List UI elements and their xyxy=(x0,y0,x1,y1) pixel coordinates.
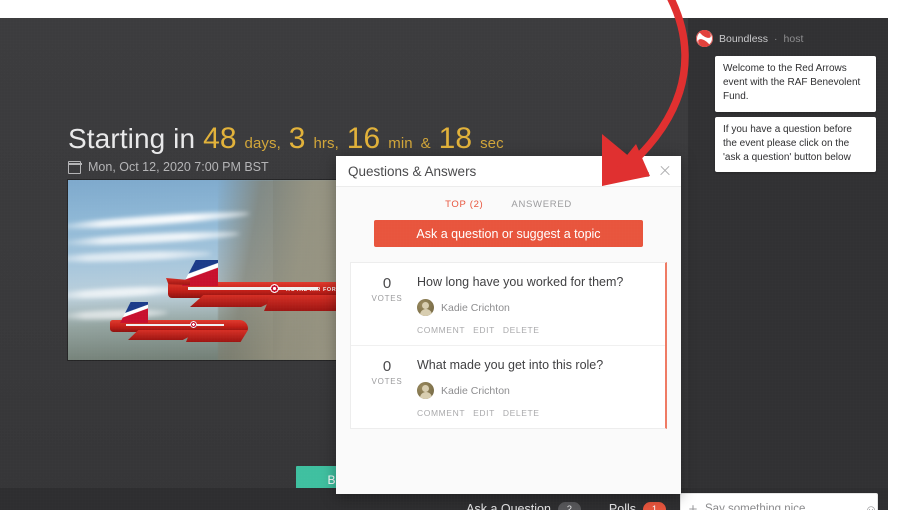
countdown-hours-unit: hrs, xyxy=(313,135,339,152)
vote-count: 0 xyxy=(382,358,392,375)
tab-polls-label: Polls xyxy=(608,502,636,510)
plus-icon[interactable]: + xyxy=(681,502,705,511)
event-hero-image[interactable]: ROYAL AIR FORCE xyxy=(68,180,345,360)
chat-author-role: host xyxy=(783,32,804,45)
questions-list: 0 VOTES How long have you worked for the… xyxy=(350,262,667,429)
dialog-header-controls xyxy=(638,165,671,177)
edit-action[interactable]: EDIT xyxy=(473,325,495,335)
ask-question-button[interactable]: Ask a question or suggest a topic xyxy=(374,220,643,247)
vote-count-block[interactable]: 0 VOTES xyxy=(357,275,417,335)
questions-answers-dialog: Questions & Answers TOP (2) ANSWERED Ask… xyxy=(336,156,681,494)
delete-action[interactable]: DELETE xyxy=(503,408,540,418)
screenshot-root: Starting in 48 days, 3 hrs, 16 min & 18 … xyxy=(0,0,904,530)
question-text: What made you get into this role? xyxy=(417,358,604,372)
edit-action[interactable]: EDIT xyxy=(473,408,495,418)
chat-message-bubble: If you have a question before the event … xyxy=(715,116,876,173)
countdown-seconds-value: 18 xyxy=(438,122,473,155)
qa-tab-top[interactable]: TOP (2) xyxy=(445,199,483,210)
chat-input[interactable] xyxy=(705,503,859,510)
event-date-row: Mon, Oct 12, 2020 7:00 PM BST xyxy=(67,160,269,174)
countdown-hours-value: 3 xyxy=(288,122,306,155)
expand-icon[interactable] xyxy=(638,165,649,177)
close-icon[interactable] xyxy=(659,165,671,177)
question-actions: COMMENT EDIT DELETE xyxy=(417,325,623,335)
chat-composer[interactable]: + ☺ xyxy=(680,493,878,510)
tab-ask-a-question-label: Ask a Question xyxy=(466,502,551,510)
question-content: How long have you worked for them? Kadie… xyxy=(417,275,623,335)
dialog-title: Questions & Answers xyxy=(348,163,477,179)
chat-message-header: Boundless · host xyxy=(688,18,888,51)
qa-tab-answered[interactable]: ANSWERED xyxy=(511,199,572,210)
countdown-days-value: 48 xyxy=(203,122,237,155)
countdown-ampersand: & xyxy=(420,135,431,152)
vote-label: VOTES xyxy=(371,376,403,386)
boundless-logo-icon xyxy=(696,30,713,47)
chat-author-name: Boundless xyxy=(719,32,769,45)
countdown-minutes-unit: min xyxy=(388,135,413,152)
qa-tab-strip: TOP (2) ANSWERED xyxy=(336,187,681,220)
tab-polls-badge: 1 xyxy=(643,501,666,510)
dialog-body: TOP (2) ANSWERED Ask a question or sugge… xyxy=(336,187,681,494)
countdown-heading: Starting in 48 days, 3 hrs, 16 min & 18 … xyxy=(68,122,504,156)
event-date-text: Mon, Oct 12, 2020 7:00 PM BST xyxy=(88,160,269,174)
chat-author-separator: · xyxy=(774,32,778,45)
question-text: How long have you worked for them? xyxy=(417,275,624,289)
vote-count: 0 xyxy=(382,275,392,292)
question-row[interactable]: 0 VOTES What made you get into this role… xyxy=(351,346,665,428)
question-author-name: Kadie Crichton xyxy=(441,301,510,314)
raf-roundel-icon xyxy=(190,321,197,328)
delete-action[interactable]: DELETE xyxy=(503,325,540,335)
user-avatar-icon xyxy=(417,382,434,399)
jet-aircraft-second xyxy=(104,302,254,352)
countdown-prefix: Starting in xyxy=(68,123,196,154)
chat-message-bubble: Welcome to the Red Arrows event with the… xyxy=(715,56,876,112)
question-author-name: Kadie Crichton xyxy=(441,384,510,397)
countdown-seconds-unit: sec xyxy=(480,135,504,152)
calendar-icon xyxy=(67,160,82,174)
question-author: Kadie Crichton xyxy=(417,382,603,399)
user-avatar-icon xyxy=(417,299,434,316)
raf-roundel-icon xyxy=(270,284,279,293)
chat-sidebar: Boundless · host Welcome to the Red Arro… xyxy=(688,18,888,488)
dialog-header: Questions & Answers xyxy=(336,156,681,187)
countdown-minutes-value: 16 xyxy=(346,122,381,155)
vote-count-block[interactable]: 0 VOTES xyxy=(357,358,417,418)
app-window: Starting in 48 days, 3 hrs, 16 min & 18 … xyxy=(0,18,888,510)
countdown-days-unit: days, xyxy=(244,135,281,152)
question-row[interactable]: 0 VOTES How long have you worked for the… xyxy=(351,263,665,346)
comment-action[interactable]: COMMENT xyxy=(417,408,465,418)
question-content: What made you get into this role? Kadie … xyxy=(417,358,603,418)
vote-label: VOTES xyxy=(371,293,403,303)
tab-ask-a-question-badge: 2 xyxy=(557,501,581,510)
question-actions: COMMENT EDIT DELETE xyxy=(417,408,603,418)
smiley-icon[interactable]: ☺ xyxy=(859,502,883,511)
question-author: Kadie Crichton xyxy=(417,299,623,316)
comment-action[interactable]: COMMENT xyxy=(417,325,465,335)
